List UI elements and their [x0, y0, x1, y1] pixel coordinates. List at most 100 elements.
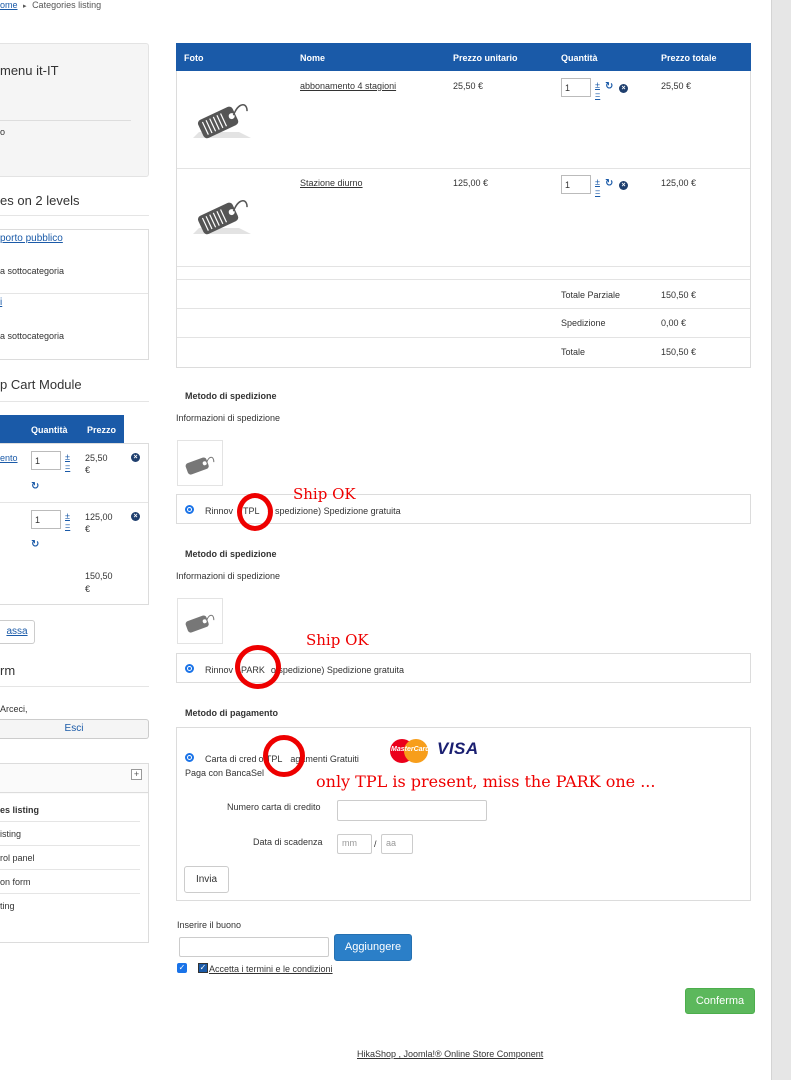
cart-col-name: Nome: [300, 53, 326, 63]
annotation-circle-tpl-payment: [263, 735, 305, 777]
annotation-circle-tpl-ship: [237, 493, 273, 531]
shipping-radio-2[interactable]: [185, 664, 194, 673]
cart-plus-minus-2[interactable]: ± =: [595, 177, 600, 197]
mini-cart-col-price: Prezzo: [87, 425, 117, 435]
total-label: Totale: [561, 347, 586, 357]
menu-item-control-panel[interactable]: rol panel: [0, 846, 140, 870]
payment-subline: Paga con BancaSel: [185, 768, 265, 778]
product-tag-icon: [189, 98, 255, 147]
refresh-icon[interactable]: ↻: [605, 81, 613, 92]
page-right-edge: [771, 0, 791, 1080]
shipping-tag-icon: [185, 456, 215, 475]
category-subtext-1: a sottocategoria: [0, 266, 65, 276]
shipping-radio-1[interactable]: [185, 505, 194, 514]
mini-cart-col-qty: Quantità: [31, 425, 68, 435]
login-greeting: Arceci,: [0, 704, 28, 714]
cart-row-divider: [177, 279, 750, 280]
categories-box: porto pubblico a sottocategoria i a sott…: [0, 229, 149, 360]
cart-module-title: p Cart Module: [0, 377, 82, 392]
menu-item-categories-listing[interactable]: es listing: [0, 798, 140, 822]
card-number-label: Numero carta di credito: [227, 802, 321, 812]
checkout-button[interactable]: assa: [0, 620, 35, 644]
annotation-ship-ok-1: Ship OK: [293, 485, 356, 503]
cart-col-unit-price: Prezzo unitario: [453, 53, 518, 63]
remove-icon[interactable]: ×: [131, 512, 140, 521]
categories-divider: [0, 215, 149, 216]
cart-table-header: Foto Nome Prezzo unitario Quantità Prezz…: [176, 43, 751, 71]
product-tag-icon: [189, 194, 255, 243]
breadcrumb: ome ▸ Categories listing: [0, 0, 101, 10]
mini-cart-plus-minus-2[interactable]: ± =: [65, 511, 70, 531]
subtotal-label: Totale Parziale: [561, 290, 621, 300]
mastercard-logo: MasterCard: [387, 738, 431, 764]
menu-module-title: menu it-IT: [0, 63, 59, 78]
subtotal-value: 150,50 €: [661, 290, 697, 300]
refresh-icon[interactable]: ↻: [605, 178, 613, 189]
expiry-year-input[interactable]: aa: [381, 834, 413, 854]
cart-row-divider: [177, 337, 750, 338]
cart-col-total-price: Prezzo totale: [661, 53, 717, 63]
cart-plus-minus-1[interactable]: ± =: [595, 80, 600, 100]
breadcrumb-separator: ▸: [23, 3, 27, 10]
coupon-label: Inserire il buono: [177, 920, 242, 930]
shipping-tag-icon: [185, 614, 215, 633]
user-menu-box: + es listing isting rol panel on form ti…: [0, 763, 149, 943]
terms-checkbox[interactable]: ✓: [177, 963, 187, 973]
shipping-method-title-1: Metodo di spedizione: [185, 391, 277, 401]
menu-divider: [0, 120, 131, 121]
mini-cart-item-link[interactable]: ento: [0, 453, 18, 463]
refresh-icon[interactable]: ↻: [31, 481, 39, 492]
add-coupon-button[interactable]: Aggiungere: [334, 934, 412, 961]
expiry-month-input[interactable]: mm: [337, 834, 372, 854]
category-link-second[interactable]: i: [0, 297, 2, 308]
footer-link[interactable]: HikaShop , Joomla!® Online Store Compone…: [357, 1049, 543, 1059]
shipping-method-title-2: Metodo di spedizione: [185, 549, 277, 559]
menu-item-registration-form[interactable]: on form: [0, 870, 140, 894]
remove-icon[interactable]: ×: [619, 181, 628, 190]
shipping-info-2: Informazioni di spedizione: [176, 571, 281, 581]
confirm-button[interactable]: Conferma: [685, 988, 755, 1014]
menu-item-listing[interactable]: isting: [0, 822, 140, 846]
cart-row-divider: [177, 168, 750, 169]
cart-row-divider: [177, 308, 750, 309]
terms-link[interactable]: Accetta i termini e le condizioni: [209, 964, 333, 974]
product-total-price-1: 25,50 €: [661, 81, 692, 91]
cart-col-photo: Foto: [184, 53, 204, 63]
visa-logo: VISA: [437, 739, 479, 758]
category-row-divider: [0, 293, 148, 294]
coupon-input[interactable]: [179, 937, 329, 957]
shipping-thumb-2: [177, 598, 223, 644]
payment-submit-button[interactable]: Invia: [184, 866, 229, 893]
remove-icon[interactable]: ×: [131, 453, 140, 462]
product-unit-price-1: 25,50 €: [453, 81, 484, 91]
menu-item-setting[interactable]: ting: [0, 894, 140, 918]
shipping-label: Spedizione: [561, 318, 606, 328]
product-link-abbonamento[interactable]: abbonamento 4 stagioni: [300, 81, 396, 91]
menu-module: menu it-IT o: [0, 43, 149, 177]
user-menu-divider: [0, 792, 148, 793]
remove-icon[interactable]: ×: [619, 84, 628, 93]
product-link-stazione[interactable]: Stazione diurno: [300, 178, 363, 188]
checkout-link[interactable]: assa: [6, 626, 27, 637]
card-number-input[interactable]: [337, 800, 487, 821]
product-total-price-2: 125,00 €: [661, 178, 697, 188]
mini-cart-plus-minus-1[interactable]: ± =: [65, 452, 70, 472]
cart-qty-input-1[interactable]: 1: [561, 78, 591, 97]
payment-method-title: Metodo di pagamento: [185, 708, 278, 718]
logout-button[interactable]: Esci: [0, 719, 149, 739]
annotation-circle-park-ship: [235, 645, 281, 689]
expiry-label: Data di scadenza: [253, 837, 323, 847]
mini-cart-qty-input-1[interactable]: 1: [31, 451, 61, 470]
category-link-transport[interactable]: porto pubblico: [0, 233, 63, 244]
cart-module-divider: [0, 401, 149, 402]
refresh-icon[interactable]: ↻: [31, 539, 39, 550]
cart-qty-input-2[interactable]: 1: [561, 175, 591, 194]
category-subtext-2: a sottocategoria: [0, 331, 65, 341]
expand-plus-icon[interactable]: +: [131, 769, 142, 780]
payment-radio-credit-card[interactable]: [185, 753, 194, 762]
annotation-note: only TPL is present, miss the PARK one .…: [316, 772, 656, 791]
breadcrumb-home-link[interactable]: ome: [0, 0, 18, 10]
total-value: 150,50 €: [661, 347, 697, 357]
mini-cart-qty-input-2[interactable]: 1: [31, 510, 61, 529]
cart-row-divider: [177, 266, 750, 267]
